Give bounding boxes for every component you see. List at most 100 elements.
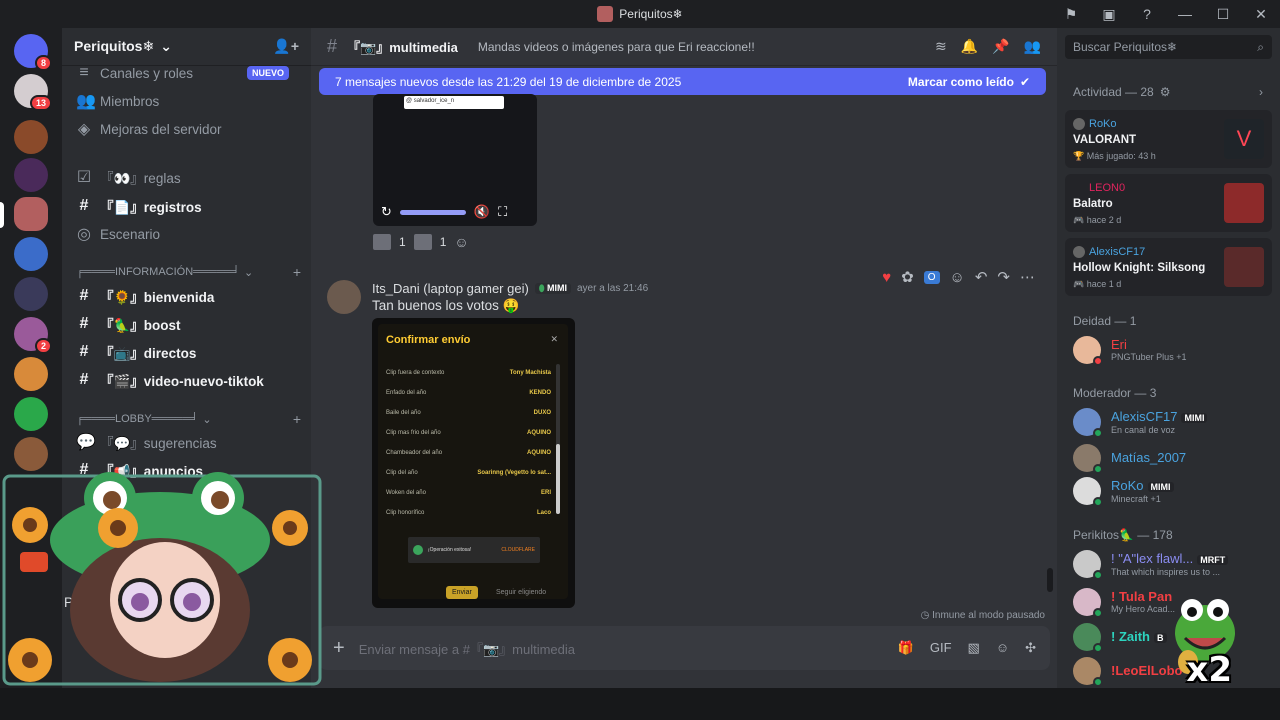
emoji-icon[interactable]: ☺	[996, 640, 1009, 656]
channel-label: Escenario	[100, 226, 161, 242]
channel-video-nuevo-tiktok[interactable]: # 『🎬』video-nuevo-tiktok	[62, 367, 311, 393]
avatar	[1073, 550, 1103, 580]
member-item[interactable]: RoKo MIMI Minecraft +1	[1065, 474, 1272, 508]
more-icon[interactable]: ⋯	[1020, 268, 1035, 286]
channel-bienvenida[interactable]: # 『🌻』bienvenida	[62, 283, 311, 309]
channel-registros[interactable]: # 『📄』registros	[62, 193, 311, 219]
member-item[interactable]: ! "A"lex flawl... MRFT That which inspires…	[1065, 547, 1272, 581]
new-messages-banner[interactable]: 7 mensajes nuevos desde las 21:29 del 19…	[319, 68, 1046, 95]
activity-header[interactable]: Actividad — 28 ⚙ ›	[1073, 85, 1263, 99]
vote-category: Chambeador del año	[386, 450, 443, 456]
close-button[interactable]: ✕	[1242, 6, 1280, 23]
threads-icon[interactable]: ≋	[935, 38, 947, 55]
search-input[interactable]: Buscar Periquitos❄ ⌕	[1065, 35, 1272, 59]
video-attachment[interactable]: @ salvador_ice_n ↻ 🔇 ⛶	[373, 94, 537, 226]
maximize-button[interactable]: ☐	[1204, 6, 1242, 23]
vote-row: Clip fuera de contexto Tony Machista	[386, 370, 551, 376]
add-channel-icon[interactable]: +	[293, 264, 301, 280]
gif-icon[interactable]: GIF	[930, 640, 952, 656]
add-reaction-icon[interactable]: ☺	[950, 269, 965, 286]
help-icon[interactable]: ?	[1128, 6, 1166, 22]
avatar[interactable]	[327, 280, 361, 314]
member-item[interactable]: ! Tula Pan My Hero Acad...	[1065, 585, 1272, 619]
activity-user: RoKo	[1089, 118, 1117, 130]
member-item[interactable]: AlexisCF17 MIMI En canal de voz	[1065, 405, 1272, 439]
member-item[interactable]: ! Zaith B	[1065, 620, 1272, 654]
member-item[interactable]: Eri PNGTuber Plus +1	[1065, 333, 1272, 367]
message-author[interactable]: Its_Dani (laptop gamer gei)	[372, 281, 529, 296]
guild-icon[interactable]	[14, 120, 48, 154]
add-reaction-icon[interactable]: ☺	[454, 234, 468, 250]
members-item[interactable]: 👥 Miembros	[62, 88, 311, 114]
category-informacion[interactable]: ╒════INFORMACIÓN═════╛ ⌄ +	[76, 264, 301, 280]
activity-card[interactable]: LEON0 Balatro 🎮 hace 2 d	[1065, 174, 1272, 232]
pin-icon[interactable]: 📌	[992, 38, 1009, 55]
member-name: AlexisCF17	[1111, 408, 1178, 424]
guild-icon[interactable]	[14, 437, 48, 471]
channel-sugerencias[interactable]: 💬 『💬』sugerencias	[62, 429, 311, 455]
activity-card[interactable]: RoKo VALORANT 🏆 Más jugado: 43 h V	[1065, 110, 1272, 168]
volume-slider[interactable]	[399, 209, 466, 215]
emoji-icon[interactable]: ✿	[901, 268, 914, 286]
reaction-button[interactable]: 1	[413, 234, 446, 250]
vote-category: Clip del año	[386, 470, 418, 476]
channel-escenario[interactable]: ◎ Escenario	[62, 221, 311, 247]
guild-icon[interactable]	[14, 357, 48, 391]
gift-icon[interactable]: 🎁	[898, 640, 914, 656]
apps-icon[interactable]: ✣	[1025, 640, 1036, 656]
fullscreen-icon[interactable]: ⛶	[498, 204, 507, 220]
invite-icon[interactable]: 👤+	[273, 38, 299, 55]
replay-icon[interactable]: ↻	[381, 204, 392, 220]
slowmode-text: Inmune al modo pausado	[932, 610, 1045, 621]
channels-roles-item[interactable]: ≡ Canales y roles NUEVO	[62, 60, 311, 86]
confirm-dialog: Confirmar envío ✕ Clip fuera de contexto…	[378, 324, 568, 599]
add-channel-icon[interactable]: +	[293, 411, 301, 427]
heart-icon[interactable]: ♥	[882, 269, 891, 286]
member-list-icon[interactable]: 👥	[1024, 38, 1041, 55]
guild-icon-active[interactable]	[14, 197, 48, 231]
role-header: Perikitos🦜 — 178	[1073, 528, 1263, 542]
forward-icon[interactable]: ↷	[997, 268, 1010, 286]
list-icon: ≡	[79, 64, 89, 81]
guild-icon[interactable]	[14, 158, 48, 192]
screen-icon[interactable]: ▣	[1090, 6, 1128, 23]
guild-icon[interactable]: 2	[14, 317, 52, 354]
vote-category: Clip honorífico	[386, 510, 425, 516]
server-tag: ⬮ MIMI	[534, 283, 571, 294]
home-button[interactable]: 8	[14, 34, 52, 71]
image-attachment[interactable]: Confirmar envío ✕ Clip fuera de contexto…	[372, 318, 575, 608]
dialog-title: Confirmar envío	[386, 334, 471, 346]
channel-directos[interactable]: # 『📺』directos	[62, 339, 311, 365]
channel-boost[interactable]: # 『🦜』boost	[62, 311, 311, 337]
reaction-button[interactable]: 1	[373, 234, 406, 250]
guild-icon[interactable]	[14, 277, 48, 311]
bell-icon[interactable]: 🔔	[961, 38, 978, 55]
message-input[interactable]: Enviar mensaje a #『📷』multimedia	[359, 639, 575, 658]
minimize-button[interactable]: —	[1166, 6, 1204, 22]
guild-icon[interactable]	[14, 397, 48, 431]
quick-react-icon[interactable]: O	[923, 270, 940, 284]
inbox-flag-icon[interactable]: ⚑	[1052, 6, 1090, 23]
attach-button[interactable]: +	[333, 637, 345, 660]
boosts-item[interactable]: ◈ Mejoras del servidor	[62, 116, 311, 142]
mute-icon[interactable]: 🔇	[474, 204, 490, 220]
reply-icon[interactable]: ↶	[975, 268, 988, 286]
sticker-icon[interactable]: ▧	[968, 640, 980, 656]
message-composer[interactable]: + Enviar mensaje a #『📷』multimedia 🎁 GIF …	[319, 626, 1050, 670]
activity-card[interactable]: AlexisCF17 Hollow Knight: Silksong 🎮 hac…	[1065, 238, 1272, 296]
multiplier-label: x2	[1186, 650, 1232, 690]
activity-game: VALORANT	[1073, 134, 1137, 146]
new-messages-text: 7 mensajes nuevos desde las 21:29 del 19…	[335, 74, 682, 89]
guild-icon[interactable]	[14, 237, 48, 271]
channel-reglas[interactable]: ☑ 『👀』reglas	[62, 164, 311, 190]
member-item[interactable]: Matías_2007	[1065, 441, 1272, 475]
channel-topic[interactable]: Mandas videos o imágenes para que Eri re…	[478, 40, 755, 54]
member-item[interactable]: !LeoElLobo	[1065, 654, 1272, 688]
mark-as-read-button[interactable]: Marcar como leído	[908, 75, 1014, 89]
chevron-down-icon: ⌄	[243, 266, 254, 279]
member-name: Eri	[1111, 337, 1127, 352]
scrollbar[interactable]	[1047, 568, 1053, 592]
guild-icon[interactable]: 13	[14, 74, 52, 111]
mention-badge: 2	[34, 338, 52, 354]
category-lobby[interactable]: ╒════LOBBY═════╛ ⌄ +	[76, 411, 301, 427]
